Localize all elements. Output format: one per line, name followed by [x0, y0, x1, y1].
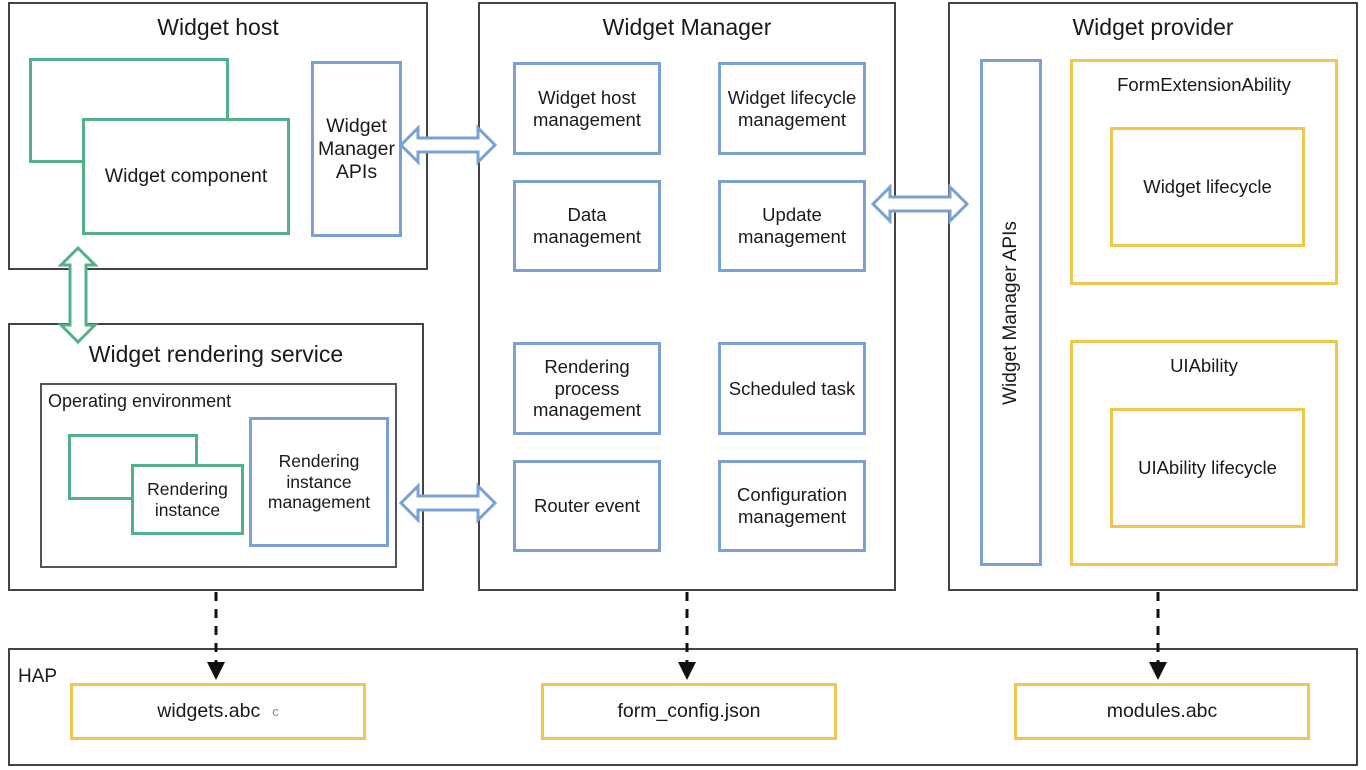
hap-section: HAP widgets.abc c form_config.json modul… — [8, 648, 1358, 766]
module-label: Scheduled task — [728, 377, 856, 399]
hap-label: HAP — [18, 666, 58, 687]
module-label: Widget lifecycle management — [727, 86, 857, 130]
module-label: Configuration management — [736, 484, 848, 527]
widget-component-box[interactable]: Widget component — [82, 118, 290, 235]
module-label: Update management — [738, 204, 846, 247]
widget-manager-module-2[interactable]: Data management — [513, 180, 661, 272]
widget-provider-manager-apis-box[interactable]: Widget Manager APIs — [980, 59, 1042, 566]
widget-manager-module-1[interactable]: Widget lifecycle management — [718, 62, 866, 155]
module-label: Rendering process management — [533, 355, 641, 421]
rendering-instance-label: Rendering instance — [147, 478, 228, 520]
widget-manager-module-6[interactable]: Router event — [513, 460, 661, 552]
hap-artifact-label: modules.abc — [1106, 700, 1218, 722]
module-label: Router event — [534, 495, 640, 517]
widget-provider-title: Widget provider — [1072, 14, 1234, 40]
widget-host-section: Widget host Widget component Widget Mana… — [8, 2, 428, 270]
widget-host-title: Widget host — [157, 14, 279, 40]
hap-artifact-suffix-glyph: c — [272, 703, 279, 719]
widget-manager-module-4[interactable]: Rendering process management — [513, 342, 661, 435]
operating-environment-subsection: Operating environment Rendering instance… — [40, 383, 397, 568]
rendering-instance-box[interactable]: Rendering instance — [131, 464, 244, 535]
widget-lifecycle-box[interactable]: Widget lifecycle — [1110, 127, 1305, 247]
widget-manager-module-5[interactable]: Scheduled task — [718, 342, 866, 435]
widget-manager-title: Widget Manager — [602, 14, 772, 40]
widget-rendering-service-title: Widget rendering service — [88, 341, 344, 367]
operating-environment-title: Operating environment — [48, 391, 232, 411]
ui-ability-box[interactable]: UIAbility UIAbility lifecycle — [1070, 340, 1338, 566]
hap-artifact-label: form_config.json — [617, 700, 761, 722]
widget-manager-section: Widget Manager Widget host management Wi… — [478, 2, 896, 591]
hap-artifact-0[interactable]: widgets.abc c — [70, 683, 366, 740]
diagram-canvas: Widget host Widget component Widget Mana… — [0, 0, 1366, 770]
ui-ability-lifecycle-box[interactable]: UIAbility lifecycle — [1110, 408, 1305, 528]
widget-manager-module-3[interactable]: Update management — [718, 180, 866, 272]
widget-rendering-service-section: Widget rendering service Operating envir… — [8, 323, 424, 591]
widget-component-label: Widget component — [104, 165, 268, 187]
widget-host-manager-apis-label: Widget Manager APIs — [318, 114, 395, 183]
form-extension-ability-box[interactable]: FormExtensionAbility Widget lifecycle — [1070, 59, 1338, 285]
rendering-instance-management-box[interactable]: Rendering instance management — [249, 417, 389, 547]
widget-provider-section: Widget provider Widget Manager APIs Form… — [948, 2, 1358, 591]
ui-ability-title: UIAbility — [1170, 355, 1238, 376]
hap-artifact-2[interactable]: modules.abc — [1014, 683, 1310, 740]
module-label: Data management — [533, 204, 641, 247]
hap-artifact-1[interactable]: form_config.json — [541, 683, 837, 740]
widget-host-manager-apis-box[interactable]: Widget Manager APIs — [311, 61, 402, 237]
hap-artifact-label: widgets.abc — [157, 700, 261, 722]
form-extension-ability-title: FormExtensionAbility — [1117, 74, 1291, 95]
rendering-instance-management-label: Rendering instance management — [267, 451, 371, 513]
ui-ability-lifecycle-label: UIAbility lifecycle — [1138, 457, 1277, 479]
widget-provider-manager-apis-label: Widget Manager APIs — [999, 220, 1021, 405]
widget-manager-module-7[interactable]: Configuration management — [718, 460, 866, 552]
widget-lifecycle-label: Widget lifecycle — [1143, 176, 1272, 198]
module-label: Widget host management — [533, 86, 641, 130]
widget-manager-module-0[interactable]: Widget host management — [513, 62, 661, 155]
